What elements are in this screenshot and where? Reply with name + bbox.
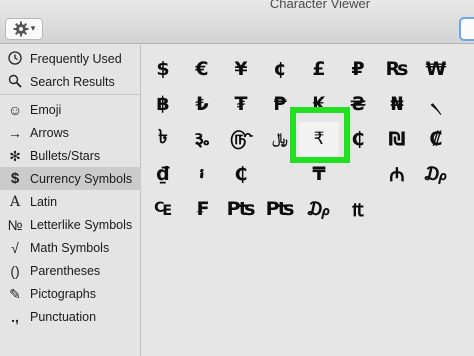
sidebar-item-label: Punctuation [30,309,97,324]
sidebar-item-latin[interactable]: A Latin [0,190,141,213]
character-cell[interactable]: ₵ [338,122,378,156]
sidebar-item-bullets-stars[interactable]: ✻ Bullets/Stars [0,144,141,167]
sidebar-item-pictographs[interactable]: ✎ Pictographs [0,282,141,305]
character-cell[interactable]: ₡ [416,122,456,156]
chevron-down-icon: ▾ [30,24,36,34]
character-cell[interactable]: ¢ [260,52,300,86]
character-cell[interactable]: ¥ [221,52,261,86]
character-cell[interactable]: ﷼ [260,122,300,156]
sidebar-item-label: Arrows [30,125,69,140]
sidebar-item-label: Latin [30,194,58,209]
character-cell[interactable]: ฿ [143,87,183,121]
character-cell[interactable]: ₼ [377,157,417,191]
character-cell[interactable]: ₮ [221,87,261,121]
category-sidebar: Frequently Used Search Results ☺ Emoji →… [0,45,141,356]
sidebar-item-letterlike-symbols[interactable]: № Letterlike Symbols [0,213,141,236]
character-cell[interactable]: ₦ [377,87,417,121]
character-cell[interactable]: $ [143,52,183,86]
character-cell[interactable]: ₱ [260,87,300,121]
character-cell[interactable]: ₯ [299,192,339,226]
character-cell[interactable] [338,157,378,191]
character-cell[interactable]: ৳ [143,122,183,156]
character-cell[interactable]: ₯ [416,157,456,191]
character-cell[interactable]: ₫ [143,157,183,191]
character-cell[interactable]: ₠ [143,192,183,226]
search-field[interactable] [459,17,474,41]
sidebar-item-punctuation[interactable]: ., Punctuation [0,305,141,328]
character-cell[interactable]: € [182,52,222,86]
character-cell[interactable]: ₶ [338,192,378,226]
gear-icon [13,21,29,37]
sidebar-item-arrows[interactable]: → Arrows [0,121,141,144]
character-cell[interactable]: ₭ [299,87,339,121]
sidebar-item-label: Currency Symbols [30,171,133,186]
character-cell[interactable]: ₸ [299,157,339,191]
character-cell-selected[interactable]: ₹ [299,122,339,156]
dollar-icon: $ [10,170,20,187]
character-cell[interactable]: ৲ [416,87,456,121]
sidebar-divider [0,94,141,95]
sidebar-item-label: Parentheses [30,263,101,278]
action-menu-button[interactable]: ▾ [5,18,43,40]
character-cell[interactable]: ₩ [416,52,456,86]
character-cell[interactable]: ₧ [260,192,300,226]
sidebar-item-label: Search Results [30,74,115,89]
sidebar-item-label: Letterlike Symbols [30,217,133,232]
sidebar-item-frequently-used[interactable]: Frequently Used [0,47,141,70]
sidebar-item-label: Bullets/Stars [30,148,101,163]
character-cell[interactable]: ₴ [338,87,378,121]
character-cell[interactable]: ₵ [221,157,261,191]
numero-icon: № [7,216,23,233]
sidebar-item-emoji[interactable]: ☺ Emoji [0,98,141,121]
parentheses-icon: () [10,262,20,279]
character-grid: $ € ¥ ¢ £ ₽ ₨ ₩ ฿ ₺ ₮ ₱ ₭ ₴ ₦ ৲ ৳ ૱ ௹ ﷼ … [142,45,474,356]
punctuation-icon: ., [11,308,19,325]
asterisk-icon: ✻ [9,147,21,164]
sidebar-item-label: Math Symbols [30,240,110,255]
sidebar-item-currency-symbols[interactable]: $ Currency Symbols [0,167,141,190]
window-title: Character Viewer [269,0,371,11]
character-cell[interactable]: ₺ [182,87,222,121]
character-cell[interactable] [260,157,300,191]
character-cell[interactable]: ₨ [377,52,417,86]
sidebar-item-math-symbols[interactable]: √ Math Symbols [0,236,141,259]
smiley-icon: ☺ [7,101,23,118]
character-cell[interactable]: ₽ [338,52,378,86]
sidebar-item-search-results[interactable]: Search Results [0,70,141,93]
character-cell[interactable]: ₪ [377,122,417,156]
sidebar-item-label: Frequently Used [30,51,122,66]
magnifier-icon [5,74,25,90]
title-bar: Character Viewer ▾ [0,0,474,44]
character-cell[interactable]: ૱ [182,122,222,156]
sidebar-item-label: Emoji [30,102,62,117]
sidebar-item-label: Pictographs [30,286,97,301]
pictograph-icon: ✎ [9,285,21,302]
character-cell[interactable]: £ [299,52,339,86]
arrow-icon: → [8,124,22,141]
character-cell[interactable]: ₧ [221,192,261,226]
character-cell[interactable]: ௹ [221,122,261,156]
square-root-icon: √ [11,239,19,256]
sidebar-item-parentheses[interactable]: () Parentheses [0,259,141,282]
clock-icon [5,50,25,67]
latin-a-icon: A [9,193,21,210]
character-cell[interactable]: ៛ [182,157,222,191]
character-cell[interactable]: ₣ [182,192,222,226]
